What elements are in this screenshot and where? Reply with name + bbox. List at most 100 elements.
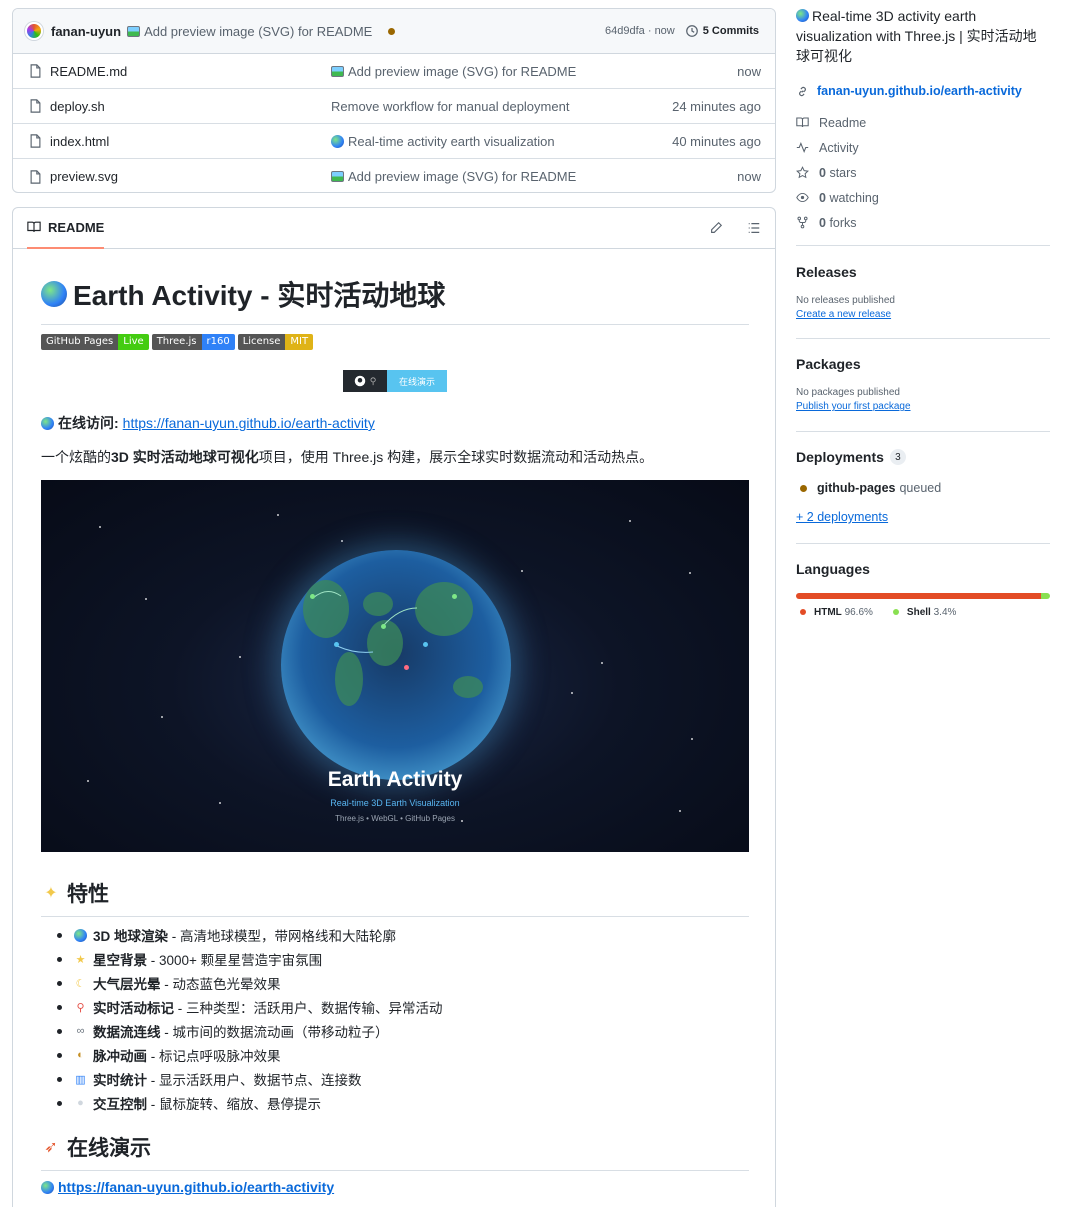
languages-section: Languages HTML 96.6% Shell 3.4%: [796, 543, 1050, 618]
intro-post: 项目，使用 Three.js 构建，展示全球实时数据流动和活动热点。: [258, 449, 654, 465]
outline-list-icon[interactable]: [747, 221, 761, 235]
preview-tech: Three.js • WebGL • GitHub Pages: [335, 814, 455, 823]
readme-link[interactable]: Readme: [796, 110, 1050, 135]
palette-icon: ◐: [77, 1049, 84, 1061]
language-segment: [796, 593, 1042, 599]
deployments-heading[interactable]: Deployments 3: [796, 449, 1050, 465]
about-description: Real-time 3D activity earth visualizatio…: [796, 6, 1050, 66]
image-emoji-icon: [331, 171, 344, 182]
image-emoji-icon: [331, 65, 344, 77]
language-legend-item[interactable]: HTML 96.6%: [800, 607, 873, 618]
forks-link[interactable]: 0 forks: [796, 210, 1050, 235]
visit-link[interactable]: https://fanan-uyun.github.io/earth-activ…: [123, 415, 375, 431]
file-row[interactable]: index.html Real-time activity earth visua…: [13, 124, 775, 159]
file-row[interactable]: deploy.sh Remove workflow for manual depl…: [13, 89, 775, 124]
demo-badge-label: 在线演示: [387, 370, 447, 392]
pulse-icon: [796, 142, 809, 153]
file-name[interactable]: index.html: [50, 134, 109, 149]
deployment-item[interactable]: github-pages queued: [796, 481, 1050, 495]
file-row[interactable]: README.md Add preview image (SVG) for REA…: [13, 54, 775, 89]
file-commit-message[interactable]: Remove workflow for manual deployment: [331, 99, 569, 114]
file-name[interactable]: preview.svg: [50, 169, 118, 184]
activity-label: Activity: [819, 140, 859, 155]
file-time: now: [737, 169, 761, 184]
feature-desc: - 三种类型：活跃用户、数据传输、异常活动: [174, 1001, 443, 1016]
earth-globe: [281, 550, 511, 780]
language-legend-item[interactable]: Shell 3.4%: [892, 607, 957, 618]
preview-subtitle: Real-time 3D Earth Visualization: [330, 798, 460, 808]
badge-github-pages[interactable]: GitHub Pages Live: [41, 334, 149, 350]
packages-heading[interactable]: Packages: [796, 356, 1050, 372]
language-name: Shell: [906, 607, 931, 618]
language-color-dot: [892, 609, 899, 615]
language-bar[interactable]: [796, 593, 1050, 599]
create-release-link[interactable]: Create a new release: [796, 309, 1050, 320]
publish-package-link[interactable]: Publish your first package: [796, 401, 1050, 412]
badge-threejs[interactable]: Three.js r160: [151, 334, 235, 350]
avatar[interactable]: [25, 22, 43, 40]
globe-emoji-icon: [41, 281, 67, 307]
badge-label: GitHub Pages: [41, 334, 119, 350]
commit-hash-time[interactable]: 64d9dfa · now: [605, 25, 675, 37]
preview-image: Earth Activity Real-time 3D Earth Visual…: [41, 480, 749, 852]
packages-empty: No packages published: [796, 387, 900, 398]
feature-item: ● 交互控制 - 鼠标旋转、缩放、悬停提示: [57, 1091, 443, 1115]
releases-heading[interactable]: Releases: [796, 264, 1050, 280]
commit-author[interactable]: fanan-uyun: [51, 24, 121, 39]
stars-link[interactable]: 0 stars: [796, 160, 1050, 185]
star-dot: [601, 662, 603, 664]
commit-message[interactable]: Add preview image (SVG) for README: [144, 24, 372, 39]
feature-item: ◐ 脉冲动画 - 标记点呼吸脉冲效果: [57, 1043, 443, 1067]
badge-value: Live: [118, 334, 149, 350]
badge-label: Three.js: [151, 334, 202, 350]
badge-license[interactable]: License MIT: [237, 334, 314, 350]
bullet: [57, 1004, 62, 1010]
tab-readme[interactable]: README: [27, 208, 105, 249]
feature-item: ⚲ 实时活动标记 - 三种类型：活跃用户、数据传输、异常活动: [57, 995, 443, 1019]
language-pct: 3.4%: [933, 607, 957, 618]
more-deployments-link[interactable]: + 2 deployments: [796, 510, 1050, 524]
file-name[interactable]: deploy.sh: [50, 99, 105, 114]
file-time: 40 minutes ago: [672, 133, 761, 149]
file-row[interactable]: preview.svg Add preview image (SVG) for R…: [13, 159, 775, 192]
intro-bold: 3D 实时活动地球可视化: [111, 449, 259, 465]
file-commit-message[interactable]: Real-time activity earth visualization: [348, 134, 555, 149]
demo-badge[interactable]: ⚲ 在线演示: [343, 370, 447, 392]
link-icon: ∞: [76, 1025, 85, 1037]
bullet: [57, 1052, 62, 1058]
commits-link[interactable]: 5 Commits: [685, 24, 759, 38]
activity-link[interactable]: Activity: [796, 135, 1050, 160]
visit-line: 在线访问: https://fanan-uyun.github.io/earth…: [41, 413, 375, 433]
feature-desc: - 鼠标旋转、缩放、悬停提示: [147, 1097, 321, 1112]
watchers-link[interactable]: 0 watching: [796, 185, 1050, 210]
feature-desc: - 动态蓝色光晕效果: [160, 977, 281, 992]
globe-emoji-icon: [331, 134, 344, 148]
star-dot: [341, 540, 343, 542]
status-dot-icon[interactable]: [388, 27, 396, 35]
commits-count: 5 Commits: [702, 25, 759, 37]
feature-item: ☾ 大气层光晕 - 动态蓝色光晕效果: [57, 971, 443, 995]
file-commit-message[interactable]: Add preview image (SVG) for README: [348, 64, 576, 79]
feature-desc: - 显示活跃用户、数据节点、连接数: [147, 1073, 362, 1088]
history-icon: [685, 25, 698, 37]
globe-emoji-icon: [41, 1180, 54, 1194]
star-icon: ★: [75, 953, 86, 966]
forks-count: 0: [819, 215, 826, 230]
pencil-icon[interactable]: [709, 221, 723, 235]
demo-link[interactable]: https://fanan-uyun.github.io/earth-activ…: [58, 1179, 334, 1195]
feature-title: 实时统计: [93, 1073, 147, 1088]
features-heading-text: 特性: [67, 883, 109, 906]
demo-link-line: https://fanan-uyun.github.io/earth-activ…: [41, 1179, 334, 1195]
star-dot: [571, 692, 573, 694]
about-text: Real-time 3D activity earth visualizatio…: [796, 8, 1037, 64]
bullet: [57, 1076, 62, 1082]
link-icon: [799, 86, 806, 96]
file-name[interactable]: README.md: [50, 64, 127, 79]
file-icon: [30, 169, 41, 184]
language-name: HTML: [814, 607, 842, 618]
readme-title-text: Earth Activity - 实时活动地球: [73, 280, 446, 311]
bullet: [57, 932, 62, 938]
file-commit-message[interactable]: Add preview image (SVG) for README: [348, 169, 576, 184]
rocket-icon: ➶: [44, 1139, 58, 1156]
homepage-link[interactable]: fanan-uyun.github.io/earth-activity: [796, 84, 1050, 98]
